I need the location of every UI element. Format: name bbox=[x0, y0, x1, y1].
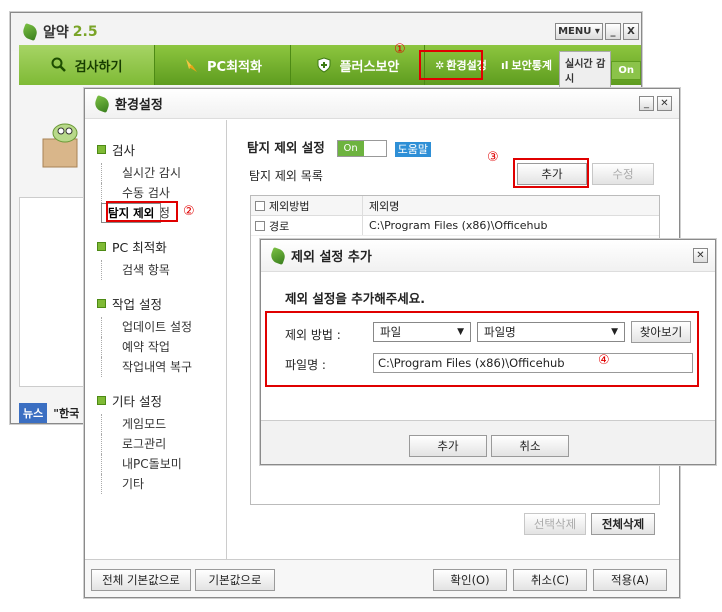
realtime-state: On bbox=[611, 60, 641, 80]
marker-3: ③ bbox=[487, 150, 499, 165]
table-header: 제외방법 제외명 bbox=[251, 196, 659, 216]
nav-plus-security-label: 플러스보안 bbox=[339, 59, 400, 75]
settings-tree: 검사 실시간 감시 수동 검사 탐지 제외 고급 설정 PC 최적화 검색 항목… bbox=[85, 120, 227, 560]
settings-footer: 전체 기본값으로 기본값으로 확인(O) 취소(C) 적용(A) bbox=[85, 559, 679, 597]
reset-all-button[interactable]: 전체 기본값으로 bbox=[91, 569, 191, 591]
marker-2: ② bbox=[183, 204, 195, 219]
green-bullet-icon bbox=[97, 299, 106, 308]
settings-titlebar: 환경설정 bbox=[85, 89, 679, 119]
header-name: 제외명 bbox=[369, 199, 400, 213]
highlight-box-3 bbox=[513, 158, 589, 188]
dialog-add-button[interactable]: 추가 bbox=[409, 435, 487, 457]
dialog-close-button[interactable]: ✕ bbox=[693, 248, 708, 263]
edit-exclusion-button[interactable]: 수정 bbox=[592, 163, 654, 185]
row-checkbox[interactable] bbox=[255, 220, 265, 231]
alyac-logo-icon bbox=[93, 94, 111, 113]
highlight-box-2 bbox=[106, 201, 178, 222]
nav-scan-label: 검사하기 bbox=[74, 59, 123, 75]
delete-selected-button[interactable]: 선택삭제 bbox=[524, 513, 586, 535]
tree-group-label: 검사 bbox=[112, 143, 136, 158]
dialog-prompt: 제외 설정을 추가해주세요. bbox=[285, 291, 425, 306]
tree-group-title[interactable]: 검사 bbox=[97, 140, 226, 159]
close-button[interactable]: X bbox=[623, 23, 639, 40]
search-icon bbox=[51, 57, 67, 73]
tree-group-label: 작업 설정 bbox=[112, 297, 162, 312]
realtime-label: 실시간 감시 bbox=[559, 51, 612, 89]
tree-group-etc: 기타 설정 게임모드 로그관리 내PC돌보미 기타 bbox=[97, 391, 226, 494]
app-version: 2.5 bbox=[72, 24, 98, 40]
dialog-titlebar: 제외 설정 추가 bbox=[261, 240, 715, 272]
tree-item-etc[interactable]: 기타 bbox=[101, 474, 226, 494]
nav-pc-optimize[interactable]: PC최적화 bbox=[155, 45, 291, 85]
settings-close-button[interactable]: ✕ bbox=[657, 96, 672, 111]
dialog-footer: 추가 취소 bbox=[261, 420, 715, 464]
tree-group-task: 작업 설정 업데이트 설정 예약 작업 작업내역 복구 bbox=[97, 294, 226, 377]
tree-item-schedule[interactable]: 예약 작업 bbox=[101, 337, 226, 357]
exclusion-list-label: 탐지 제외 목록 bbox=[249, 169, 323, 183]
green-bullet-icon bbox=[97, 145, 106, 154]
marker-4: ④ bbox=[598, 353, 610, 368]
ok-button[interactable]: 확인(O) bbox=[433, 569, 507, 591]
row-method: 경로 bbox=[269, 219, 290, 233]
tree-group-title[interactable]: 작업 설정 bbox=[97, 294, 226, 313]
nav-pc-optimize-label: PC최적화 bbox=[207, 59, 262, 75]
tree-group-label: PC 최적화 bbox=[112, 240, 167, 255]
alyac-logo-icon bbox=[269, 246, 287, 265]
tree-group-title[interactable]: PC 최적화 bbox=[97, 237, 226, 256]
highlight-box-4 bbox=[265, 311, 699, 387]
settings-minimize-button[interactable]: _ bbox=[639, 96, 654, 111]
tree-item-pc-care[interactable]: 내PC돌보미 bbox=[101, 454, 226, 474]
exclusion-setting-label: 탐지 제외 설정 bbox=[247, 140, 325, 155]
bar-chart-icon: ıl bbox=[501, 58, 509, 72]
shield-icon bbox=[316, 57, 332, 73]
news-text: "한국 bbox=[53, 407, 80, 420]
dialog-title: 제외 설정 추가 bbox=[291, 250, 372, 265]
tree-item-realtime[interactable]: 실시간 감시 bbox=[101, 163, 226, 183]
apply-button[interactable]: 적용(A) bbox=[593, 569, 667, 591]
header-method: 제외방법 bbox=[269, 199, 310, 213]
green-bullet-icon bbox=[97, 242, 106, 251]
help-button[interactable]: 도움말 bbox=[394, 141, 431, 157]
green-bullet-icon bbox=[97, 396, 106, 405]
row-name: C:\Program Files (x86)\Officehub bbox=[369, 219, 548, 232]
realtime-toggle[interactable]: 실시간 감시 On bbox=[559, 51, 641, 89]
tree-item-history-restore[interactable]: 작업내역 복구 bbox=[101, 357, 226, 377]
tree-item-update[interactable]: 업데이트 설정 bbox=[101, 317, 226, 337]
tree-group-title[interactable]: 기타 설정 bbox=[97, 391, 226, 410]
broom-icon bbox=[183, 57, 199, 73]
tree-item-log[interactable]: 로그관리 bbox=[101, 434, 226, 454]
menu-button[interactable]: MENU ▾ bbox=[555, 23, 603, 40]
highlight-box-1 bbox=[419, 50, 483, 80]
minimize-button[interactable]: _ bbox=[605, 23, 621, 40]
nav-security-stats[interactable]: ıl 보안통계 bbox=[501, 57, 552, 73]
tree-group-label: 기타 설정 bbox=[112, 394, 162, 409]
cancel-button[interactable]: 취소(C) bbox=[513, 569, 587, 591]
exclusion-toggle[interactable]: On bbox=[336, 140, 387, 157]
marker-1: ① bbox=[394, 42, 406, 57]
nav-scan[interactable]: 검사하기 bbox=[19, 45, 155, 85]
toggle-on-label: On bbox=[337, 141, 364, 156]
main-nav: 검사하기 PC최적화 플러스보안 ✲ 환경설정 ıl 보안통계 실시간 감시 O… bbox=[19, 45, 641, 89]
tree-item-manual-scan[interactable]: 수동 검사 bbox=[101, 183, 226, 203]
news-badge: 뉴스 bbox=[19, 403, 48, 423]
delete-all-button[interactable]: 전체삭제 bbox=[591, 513, 655, 535]
settings-title: 환경설정 bbox=[115, 98, 163, 113]
news-ticker[interactable]: 뉴스 "한국 bbox=[19, 403, 79, 423]
select-all-checkbox[interactable] bbox=[255, 200, 265, 211]
alyac-logo-icon bbox=[21, 23, 39, 41]
tree-item-game-mode[interactable]: 게임모드 bbox=[101, 414, 226, 434]
app-name: 알약 bbox=[43, 25, 69, 41]
mascot-icon bbox=[37, 117, 85, 173]
toggle-off-area bbox=[363, 141, 386, 156]
table-row[interactable]: 경로 C:\Program Files (x86)\Officehub bbox=[251, 216, 659, 236]
nav-security-stats-label: 보안통계 bbox=[511, 59, 553, 72]
dialog-cancel-button[interactable]: 취소 bbox=[491, 435, 569, 457]
reset-button[interactable]: 기본값으로 bbox=[195, 569, 275, 591]
exclusion-header: 탐지 제외 설정 On 도움말 bbox=[247, 137, 431, 157]
tree-group-pc-optimize: PC 최적화 검색 항목 bbox=[97, 237, 226, 280]
tree-item-search-items[interactable]: 검색 항목 bbox=[101, 260, 226, 280]
